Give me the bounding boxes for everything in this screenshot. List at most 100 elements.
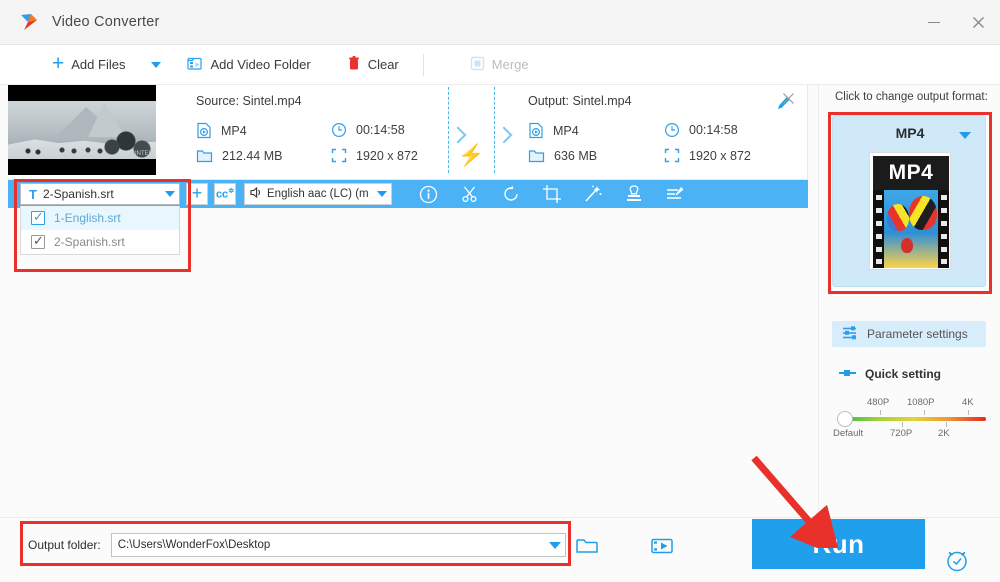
output-size-row: 636 MB xyxy=(528,148,597,163)
clear-button[interactable]: Clear xyxy=(337,45,409,85)
subtitle-selected-label: 2-Spanish.srt xyxy=(42,187,114,201)
scheduled-task-button[interactable] xyxy=(940,545,974,575)
subtitle-option-1[interactable]: 1-English.srt xyxy=(21,206,179,230)
subtitle-option-2-label: 2-Spanish.srt xyxy=(54,235,125,249)
trash-icon xyxy=(347,55,361,74)
subtitle-select[interactable]: T 2-Spanish.srt xyxy=(20,183,180,205)
annotation-arrow xyxy=(751,455,841,548)
thumbnail-figures xyxy=(22,143,142,157)
format-thumbnail-label: MP4 xyxy=(873,156,949,190)
rotate-icon[interactable] xyxy=(490,180,531,208)
window-controls xyxy=(912,0,1000,45)
minimize-button[interactable] xyxy=(912,0,956,45)
output-size: 636 MB xyxy=(554,148,598,163)
chevron-down-icon-output-folder[interactable] xyxy=(549,541,561,549)
output-resolution: 1920 x 872 xyxy=(689,148,751,163)
info-icon[interactable] xyxy=(408,180,449,208)
crop-icon[interactable] xyxy=(531,180,572,208)
open-folder-button[interactable] xyxy=(570,531,604,561)
fast-convert-icon: ⚡ xyxy=(458,144,485,167)
quick-setting-header: Quick setting xyxy=(839,367,941,381)
subtitle-option-1-label: 1-English.srt xyxy=(54,211,121,225)
source-format-row: MP4 xyxy=(196,122,247,139)
plus-icon: + xyxy=(52,52,65,75)
chevron-down-icon-audio xyxy=(377,191,387,197)
source-resolution-row: 1920 x 872 xyxy=(331,148,418,163)
slider-handle[interactable] xyxy=(837,411,853,427)
output-folder-row: Output folder: C:\Users\WonderFox\Deskto… xyxy=(28,532,566,558)
toolbar-divider xyxy=(422,53,424,76)
subtitle-text-icon: T xyxy=(29,186,37,202)
merge-icon xyxy=(470,56,485,74)
remove-file-button[interactable] xyxy=(782,92,795,109)
source-size: 212.44 MB xyxy=(222,148,283,163)
chevron-down-icon-subtitle xyxy=(165,191,175,197)
add-files-button[interactable]: + Add Files xyxy=(42,45,135,85)
output-duration-row: 00:14:58 xyxy=(664,122,738,138)
slider-tick-1080p xyxy=(924,410,925,415)
quick-setting-icon xyxy=(839,367,857,381)
clear-label: Clear xyxy=(367,57,399,72)
output-folder-label: Output folder: xyxy=(28,538,101,552)
add-video-folder-button[interactable]: Add Video Folder xyxy=(177,45,320,85)
output-format-card[interactable]: MP4 MP4 xyxy=(832,115,986,287)
video-converter-window: Video Converter + Add Files Add Video Fo… xyxy=(0,0,1000,582)
checkbox-subtitle-2[interactable] xyxy=(31,233,45,249)
checkbox-subtitle-1[interactable] xyxy=(31,209,45,225)
merge-button[interactable]: Merge xyxy=(460,45,539,85)
output-folder-input[interactable]: C:\Users\WonderFox\Desktop xyxy=(110,533,566,557)
subtitle-option-2[interactable]: 2-Spanish.srt xyxy=(21,230,179,254)
source-size-row: 212.44 MB xyxy=(196,148,282,163)
add-subtitle-button[interactable]: + xyxy=(186,183,208,205)
slider-label-2k: 2K xyxy=(938,428,950,439)
output-duration: 00:14:58 xyxy=(689,123,738,137)
add-files-label: Add Files xyxy=(71,57,126,72)
cc-icon: cc✲ xyxy=(215,188,235,201)
merge-label: Merge xyxy=(491,57,529,72)
slider-tick-720p xyxy=(902,422,903,427)
effects-icon[interactable] xyxy=(572,180,613,208)
slider-label-720p: 720P xyxy=(890,428,913,439)
format-thumbnail: MP4 xyxy=(869,152,951,270)
close-button[interactable] xyxy=(956,0,1000,45)
speaker-icon xyxy=(249,186,264,202)
balloon-2 xyxy=(887,204,909,231)
main-toolbar: + Add Files Add Video Folder Clear Merge xyxy=(0,45,1000,85)
chevron-down-icon-format[interactable] xyxy=(959,132,971,139)
balloon-3 xyxy=(901,238,913,253)
slider-label-default: Default xyxy=(833,428,864,439)
add-files-dropdown[interactable] xyxy=(135,45,177,85)
slider-track[interactable] xyxy=(846,417,986,421)
chevron-down-icon xyxy=(151,61,162,68)
file-card: SINTEL Source: Sintel.mp4 MP4 00:14:58 2… xyxy=(8,85,808,180)
watermark-icon[interactable] xyxy=(613,180,654,208)
video-thumbnail[interactable]: SINTEL xyxy=(8,85,156,175)
audio-track-select[interactable]: English aac (LC) (m xyxy=(244,183,392,205)
clock-icon xyxy=(331,122,347,138)
output-folder-value: C:\Users\WonderFox\Desktop xyxy=(117,539,271,551)
film-strip-right xyxy=(938,190,949,268)
parameter-settings-label: Parameter settings xyxy=(867,327,968,341)
cut-icon[interactable] xyxy=(449,180,490,208)
card-divider-right xyxy=(494,87,495,173)
file-size-icon xyxy=(196,148,213,163)
file-format-icon-output xyxy=(528,122,544,139)
app-logo-icon xyxy=(18,11,40,33)
file-size-icon-output xyxy=(528,148,545,163)
chevron-right-icon-2 xyxy=(495,126,513,144)
video-file-button[interactable] xyxy=(645,531,679,561)
clock-icon-output xyxy=(664,122,680,138)
add-video-folder-label: Add Video Folder xyxy=(210,57,311,72)
subtitle-icon[interactable] xyxy=(654,180,695,208)
title-bar: Video Converter xyxy=(0,0,1000,45)
slider-tick-4k xyxy=(968,410,969,415)
subtitle-dropdown-list[interactable]: 1-English.srt 2-Spanish.srt xyxy=(20,206,180,255)
cc-settings-button[interactable]: cc✲ xyxy=(214,183,236,205)
quick-setting-label: Quick setting xyxy=(865,367,942,381)
source-format: MP4 xyxy=(221,123,247,138)
source-duration: 00:14:58 xyxy=(356,123,405,137)
parameter-settings-button[interactable]: Parameter settings xyxy=(832,321,986,347)
source-resolution: 1920 x 872 xyxy=(356,148,418,163)
quality-slider[interactable]: 480P 1080P 4K Default 720P 2K xyxy=(833,395,989,441)
resolution-icon xyxy=(331,148,347,163)
